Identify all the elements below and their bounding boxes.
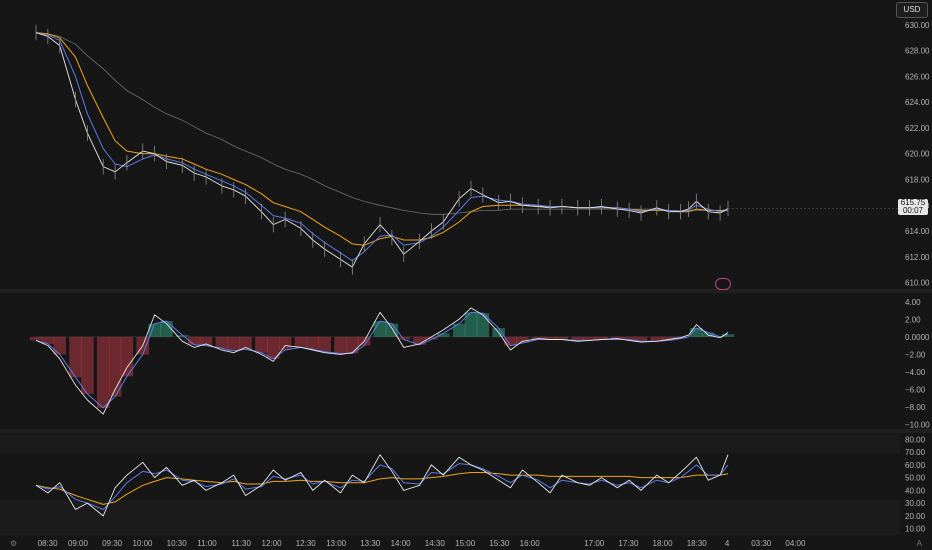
price-axis-tick: 610.00 bbox=[905, 279, 930, 288]
bar-countdown: 00:07 bbox=[902, 206, 924, 215]
oscillator-histogram-bar bbox=[306, 336, 320, 350]
rsi-axis-tick: 40.00 bbox=[905, 486, 926, 495]
oscillator-histogram-bar bbox=[227, 336, 241, 351]
oscillator-histogram-bar bbox=[108, 336, 122, 397]
oscillator-axis-tick: 0.0000 bbox=[905, 333, 930, 342]
rsi-overbought-band bbox=[0, 433, 900, 453]
oscillator-histogram-bar bbox=[334, 336, 347, 354]
currency-button[interactable]: USD bbox=[896, 2, 928, 18]
price-axis-tick: 618.00 bbox=[905, 175, 930, 184]
time-axis-tick: 15:30 bbox=[489, 539, 510, 548]
oscillator-axis-tick: −6.00 bbox=[905, 386, 926, 395]
oscillator-histogram-bar bbox=[96, 336, 110, 408]
oscillator-histogram-bar bbox=[318, 336, 331, 352]
oscillator-histogram-bar bbox=[278, 336, 292, 351]
time-axis-tick: 10:00 bbox=[132, 539, 153, 548]
rsi-axis-tick: 10.00 bbox=[905, 525, 926, 534]
time-axis-tick: 13:30 bbox=[360, 539, 381, 548]
time-axis-tick: 10:30 bbox=[167, 539, 188, 548]
time-axis-tick: 4 bbox=[725, 539, 730, 548]
time-axis-tick: 14:30 bbox=[425, 539, 446, 548]
time-axis-tick: 09:00 bbox=[68, 539, 89, 548]
rsi-axis-tick: 60.00 bbox=[905, 461, 926, 470]
time-axis-tick: 04:00 bbox=[785, 539, 806, 548]
price-axis-tick: 624.00 bbox=[905, 98, 930, 107]
oscillator-histogram-bar bbox=[29, 336, 43, 341]
price-axis-tick: 628.00 bbox=[905, 47, 930, 56]
time-axis-tick: 11:30 bbox=[231, 539, 251, 548]
oscillator-axis-tick: 2.00 bbox=[905, 315, 921, 324]
panel-separator bbox=[0, 429, 932, 433]
oscillator-histogram-bar bbox=[294, 336, 308, 348]
rsi-axis-tick: 30.00 bbox=[905, 499, 926, 508]
oscillator-axis-tick: −4.00 bbox=[905, 368, 926, 377]
time-axis-tick: 17:30 bbox=[618, 539, 639, 548]
time-axis-tick: 12:30 bbox=[296, 539, 317, 548]
price-axis-tick: 622.00 bbox=[905, 124, 930, 133]
time-axis-tick: 18:30 bbox=[687, 539, 708, 548]
event-marker-icon[interactable] bbox=[715, 278, 731, 290]
oscillator-histogram-bar bbox=[452, 323, 466, 337]
rsi-oversold-band bbox=[0, 500, 900, 535]
time-axis-tick: 14:00 bbox=[391, 539, 412, 548]
time-axis-tick: 16:00 bbox=[520, 539, 541, 548]
time-axis-tick: 09:30 bbox=[102, 539, 123, 548]
oscillator-histogram-bar bbox=[81, 336, 94, 394]
oscillator-histogram-bar bbox=[255, 336, 268, 353]
panel-separator bbox=[0, 289, 932, 293]
time-axis-tick: 15:00 bbox=[455, 539, 476, 548]
trading-chart[interactable]: 630.00 628.00 626.00 624.00 622.00 620.00 618.… bbox=[0, 0, 932, 550]
price-axis-tick: 630.00 bbox=[905, 21, 930, 30]
time-axis-tick: 11:00 bbox=[197, 539, 217, 548]
oscillator-histogram-bar bbox=[215, 336, 229, 349]
oscillator-histogram-bar bbox=[373, 321, 387, 337]
oscillator-axis-tick: 4.00 bbox=[905, 298, 921, 307]
price-axis-tick: 626.00 bbox=[905, 72, 930, 81]
time-axis-tick: 08:30 bbox=[38, 539, 59, 548]
chart-canvas[interactable]: 630.00 628.00 626.00 624.00 622.00 620.00 618.… bbox=[0, 0, 932, 550]
oscillator-axis-tick: −8.00 bbox=[905, 403, 926, 412]
auto-scale-button[interactable]: A bbox=[917, 539, 922, 548]
gear-icon[interactable]: ⚙ bbox=[10, 539, 17, 548]
last-price-tag: 615.75 00:07 bbox=[898, 199, 928, 215]
price-axis-tick: 614.00 bbox=[905, 227, 930, 236]
time-axis-tick: 13:00 bbox=[326, 539, 347, 548]
oscillator-axis-tick: −10.00 bbox=[905, 421, 930, 430]
rsi-axis-tick: 80.00 bbox=[905, 435, 926, 444]
time-axis-tick: 12:00 bbox=[262, 539, 283, 548]
price-axis-tick: 620.00 bbox=[905, 150, 930, 159]
time-axis-tick: 18:00 bbox=[653, 539, 674, 548]
rsi-axis-tick: 50.00 bbox=[905, 474, 926, 483]
rsi-axis-tick: 20.00 bbox=[905, 512, 926, 521]
rsi-axis-tick: 70.00 bbox=[905, 448, 926, 457]
oscillator-axis-tick: −2.00 bbox=[905, 350, 926, 359]
oscillator-histogram-bar bbox=[53, 336, 67, 355]
price-axis-tick: 612.00 bbox=[905, 253, 930, 262]
time-axis-tick: 17:00 bbox=[584, 539, 605, 548]
time-axis-tick: 03:30 bbox=[751, 539, 772, 548]
